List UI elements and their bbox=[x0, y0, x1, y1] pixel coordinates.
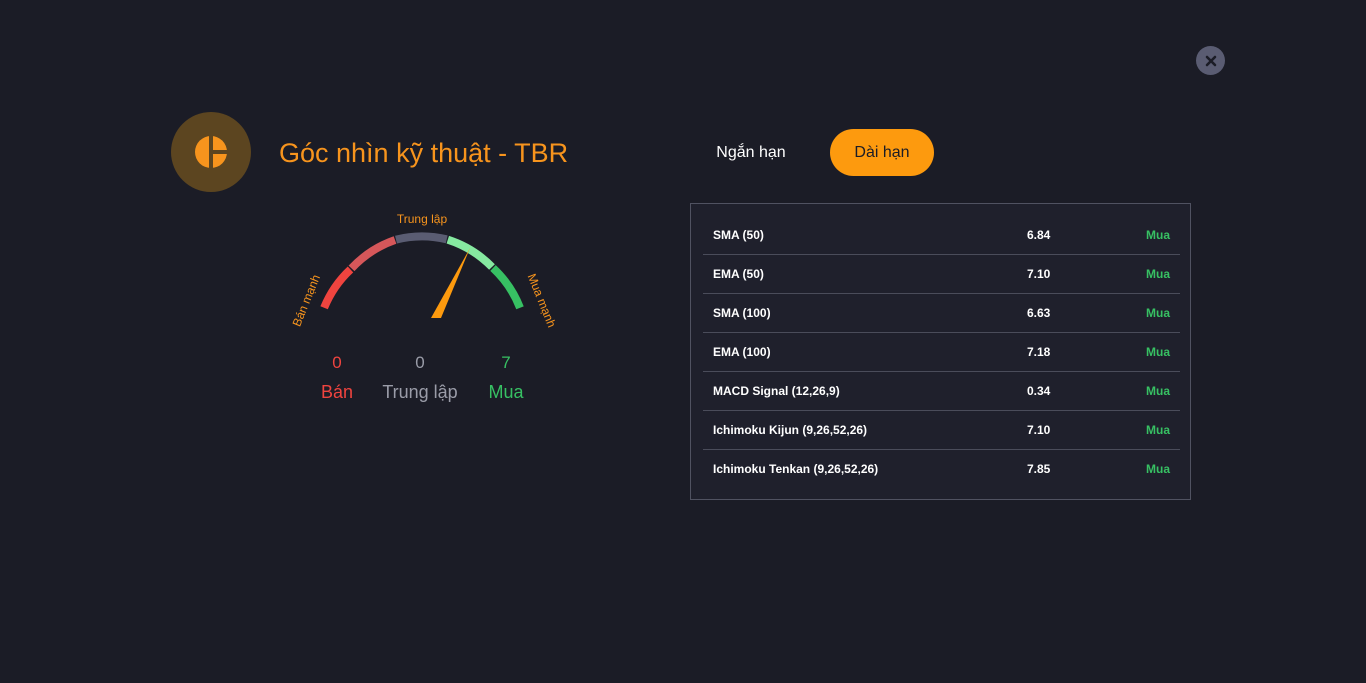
indicator-name: Ichimoku Kijun (9,26,52,26) bbox=[713, 423, 868, 437]
indicator-value: 0.34 bbox=[1027, 384, 1051, 398]
close-button[interactable] bbox=[1196, 46, 1225, 75]
indicator-value: 7.10 bbox=[1027, 267, 1051, 281]
indicator-name: SMA (100) bbox=[713, 306, 771, 320]
indicator-name: EMA (100) bbox=[713, 345, 771, 359]
page-title: Góc nhìn kỹ thuật - TBR bbox=[279, 138, 569, 168]
gauge-svg: Trung lập Bán mạnh Mua mạnh bbox=[290, 212, 559, 330]
indicator-signal: Mua bbox=[1146, 423, 1170, 437]
gauge-needle bbox=[431, 248, 470, 318]
gauge-segment-strong-buy bbox=[490, 265, 524, 310]
indicator-name: SMA (50) bbox=[713, 228, 764, 242]
tab-long-term[interactable]: Dài hạn bbox=[830, 129, 934, 176]
indicator-row: MACD Signal (12,26,9) 0.34 Mua bbox=[703, 372, 1180, 411]
indicator-row: Ichimoku Kijun (9,26,52,26) 7.10 Mua bbox=[703, 411, 1180, 450]
indicator-row: EMA (50) 7.10 Mua bbox=[703, 255, 1180, 294]
sentiment-gauge: Trung lập Bán mạnh Mua mạnh bbox=[270, 200, 570, 340]
indicator-table: SMA (50) 6.84 Mua EMA (50) 7.10 Mua SMA … bbox=[690, 203, 1191, 500]
indicator-signal: Mua bbox=[1146, 345, 1170, 359]
summary-buy: 7 Mua bbox=[446, 352, 566, 405]
logo bbox=[171, 112, 251, 192]
technical-view-modal: Góc nhìn kỹ thuật - TBR Ngắn hạn Dài hạn… bbox=[0, 0, 1366, 683]
gauge-segment-strong-sell bbox=[320, 266, 354, 310]
indicator-row: EMA (100) 7.18 Mua bbox=[703, 333, 1180, 372]
buy-label: Mua bbox=[488, 382, 524, 402]
indicator-name: EMA (50) bbox=[713, 267, 764, 281]
gauge-segment-buy bbox=[446, 235, 495, 270]
indicator-name: MACD Signal (12,26,9) bbox=[713, 384, 840, 398]
indicator-value: 6.84 bbox=[1027, 228, 1051, 242]
tab-short-term[interactable]: Ngắn hạn bbox=[700, 129, 802, 176]
indicator-value: 7.10 bbox=[1027, 423, 1051, 437]
indicator-name: Ichimoku Tenkan (9,26,52,26) bbox=[713, 462, 879, 476]
indicator-value: 7.18 bbox=[1027, 345, 1051, 359]
indicator-row: SMA (100) 6.63 Mua bbox=[703, 294, 1180, 333]
gauge-segment-sell bbox=[348, 236, 397, 272]
indicator-row: Ichimoku Tenkan (9,26,52,26) 7.85 Mua bbox=[703, 450, 1180, 489]
gauge-label-neutral: Trung lập bbox=[397, 212, 448, 226]
indicator-signal: Mua bbox=[1146, 228, 1170, 242]
gauge-label-strong-sell: Bán mạnh bbox=[290, 273, 323, 329]
indicator-signal: Mua bbox=[1146, 306, 1170, 320]
close-icon bbox=[1205, 55, 1216, 66]
gauge-label-strong-buy: Mua mạnh bbox=[525, 272, 559, 330]
indicator-value: 7.85 bbox=[1027, 462, 1051, 476]
buy-count: 7 bbox=[501, 353, 511, 372]
indicator-signal: Mua bbox=[1146, 267, 1170, 281]
indicator-value: 6.63 bbox=[1027, 306, 1051, 320]
indicator-row: SMA (50) 6.84 Mua bbox=[703, 216, 1180, 255]
indicator-signal: Mua bbox=[1146, 384, 1170, 398]
indicator-signal: Mua bbox=[1146, 462, 1170, 476]
pie-chart-icon bbox=[195, 135, 228, 169]
gauge-segment-neutral bbox=[395, 232, 448, 244]
